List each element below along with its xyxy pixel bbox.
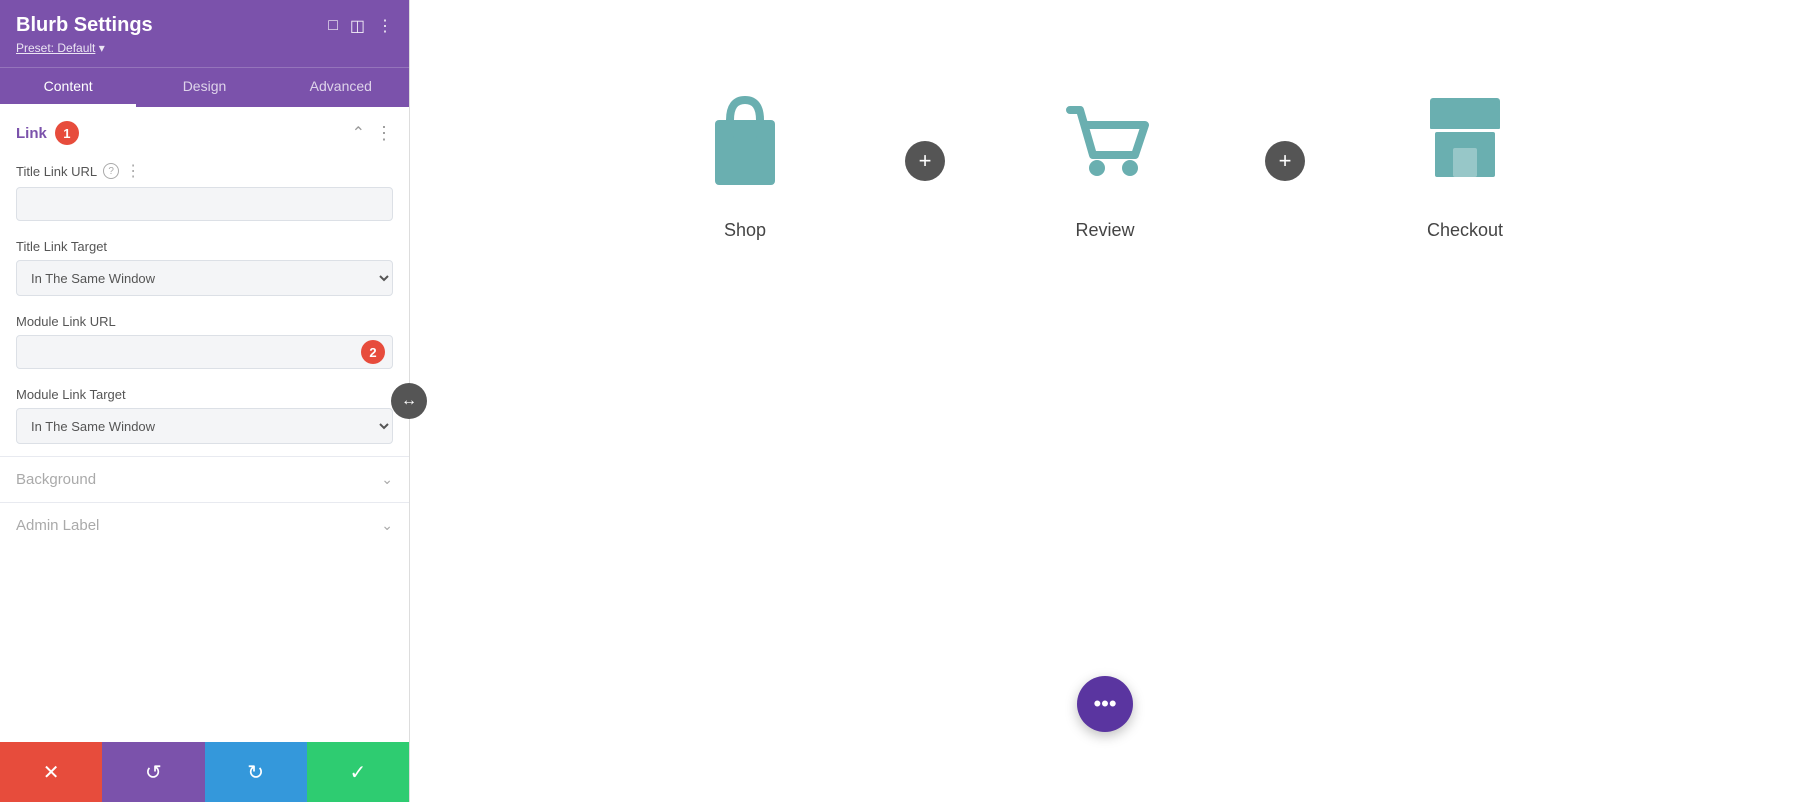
- shop-icon-wrap: [685, 80, 805, 200]
- fab-icon: •••: [1093, 691, 1116, 717]
- undo-icon: ↺: [145, 760, 162, 785]
- add-icon-1: +: [919, 148, 932, 174]
- title-link-url-group: Title Link URL ? ⋮: [0, 155, 409, 233]
- add-icon-2: +: [1279, 148, 1292, 174]
- link-section-title: Link 1: [16, 121, 79, 145]
- preset-text: Preset: Default: [16, 41, 95, 55]
- checkout-label: Checkout: [1427, 220, 1503, 241]
- resize-handle[interactable]: ↔: [391, 383, 427, 419]
- module-link-url-label: Module Link URL: [16, 314, 116, 329]
- canvas: Shop + Review +: [410, 0, 1800, 802]
- blurb-item-shop: Shop: [595, 60, 895, 261]
- title-link-target-label-row: Title Link Target: [16, 239, 393, 254]
- admin-label-chevron-icon: ⌄: [381, 517, 393, 534]
- more-icon[interactable]: ⋮: [377, 16, 393, 36]
- module-link-target-group: Module Link Target In The Same Window In…: [0, 381, 409, 456]
- preset-label[interactable]: Preset: Default ▾: [16, 41, 393, 55]
- blurb-row: Shop + Review +: [410, 60, 1800, 261]
- tabs-bar: Content Design Advanced: [0, 67, 409, 107]
- module-link-target-label-row: Module Link Target: [16, 387, 393, 402]
- link-section-header: Link 1 ⌃ ⋮: [0, 107, 409, 155]
- sidebar: Blurb Settings □ ◫ ⋮ Preset: Default ▾ C…: [0, 0, 410, 802]
- title-link-target-group: Title Link Target In The Same Window In …: [0, 233, 409, 308]
- link-badge: 1: [55, 121, 79, 145]
- module-link-badge: 2: [361, 340, 385, 364]
- title-link-url-label: Title Link URL: [16, 164, 97, 179]
- undo-button[interactable]: ↺: [102, 742, 204, 802]
- review-icon-wrap: [1045, 80, 1165, 200]
- fab-button[interactable]: •••: [1077, 676, 1133, 732]
- redo-button[interactable]: ↻: [205, 742, 307, 802]
- background-chevron-icon: ⌄: [381, 471, 393, 488]
- cancel-icon: ✕: [43, 760, 60, 785]
- blurb-item-checkout: Checkout: [1315, 60, 1615, 261]
- title-link-target-select[interactable]: In The Same Window In A New Tab: [16, 260, 393, 296]
- collapse-icon[interactable]: □: [328, 17, 338, 35]
- link-label: Link: [16, 125, 47, 142]
- add-column-btn-1[interactable]: +: [905, 141, 945, 181]
- header-icons: □ ◫ ⋮: [328, 16, 393, 36]
- title-link-target-label: Title Link Target: [16, 239, 107, 254]
- tab-content[interactable]: Content: [0, 68, 136, 107]
- review-icon: [1055, 90, 1155, 190]
- module-link-url-label-row: Module Link URL: [16, 314, 393, 329]
- tab-advanced[interactable]: Advanced: [273, 68, 409, 107]
- admin-label-label: Admin Label: [16, 517, 99, 534]
- save-button[interactable]: ✓: [307, 742, 409, 802]
- sidebar-header: Blurb Settings □ ◫ ⋮ Preset: Default ▾: [0, 0, 409, 67]
- background-label: Background: [16, 471, 96, 488]
- blurb-item-review: Review: [955, 60, 1255, 261]
- title-link-url-input[interactable]: [16, 187, 393, 221]
- checkout-icon: [1415, 90, 1515, 190]
- module-link-url-wrapper: 2: [16, 335, 393, 369]
- add-column-btn-2[interactable]: +: [1265, 141, 1305, 181]
- link-options-icon[interactable]: ⋮: [375, 123, 393, 144]
- redo-icon: ↻: [247, 760, 264, 785]
- module-link-url-input[interactable]: [16, 335, 393, 369]
- review-label: Review: [1075, 220, 1134, 241]
- title-link-url-options-icon[interactable]: ⋮: [125, 161, 141, 181]
- background-section[interactable]: Background ⌄: [0, 456, 409, 502]
- checkout-icon-wrap: [1405, 80, 1525, 200]
- tab-design[interactable]: Design: [136, 68, 272, 107]
- columns-icon[interactable]: ◫: [350, 16, 365, 36]
- module-link-target-label: Module Link Target: [16, 387, 126, 402]
- bottom-bar: ✕ ↺ ↻ ✓: [0, 742, 409, 802]
- title-link-url-help-icon[interactable]: ?: [103, 163, 119, 179]
- cancel-button[interactable]: ✕: [0, 742, 102, 802]
- link-collapse-icon[interactable]: ⌃: [352, 123, 365, 143]
- sidebar-content: Link 1 ⌃ ⋮ Title Link URL ? ⋮ Title Link…: [0, 107, 409, 802]
- link-section-actions: ⌃ ⋮: [352, 123, 393, 144]
- resize-icon: ↔: [401, 392, 417, 410]
- module-link-url-group: Module Link URL 2: [0, 308, 409, 381]
- title-link-url-label-row: Title Link URL ? ⋮: [16, 161, 393, 181]
- shop-label: Shop: [724, 220, 766, 241]
- sidebar-title: Blurb Settings: [16, 14, 153, 37]
- admin-label-section[interactable]: Admin Label ⌄: [0, 502, 409, 548]
- save-icon: ✓: [349, 760, 366, 785]
- module-link-target-select[interactable]: In The Same Window In A New Tab: [16, 408, 393, 444]
- shop-icon: [695, 90, 795, 190]
